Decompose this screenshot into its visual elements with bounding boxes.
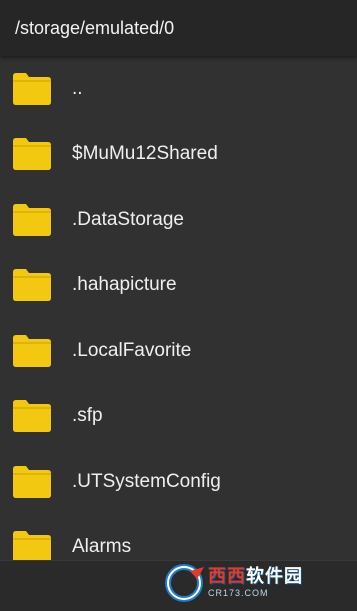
watermark-text: 西西软件园 CR173.COM (208, 568, 303, 598)
watermark-main-text: 软件园 (246, 566, 303, 587)
list-item-label: Alarms (72, 536, 132, 558)
list-item-label: .DataStorage (72, 208, 184, 230)
file-browser-screen: /storage/emulated/0 .. $MuMu12Shared .Da… (0, 0, 357, 611)
watermark-accent-text: 西西 (208, 566, 246, 587)
folder-icon (12, 72, 52, 106)
folder-icon (12, 268, 52, 302)
current-path: /storage/emulated/0 (15, 17, 175, 38)
list-item-mumu12shared[interactable]: $MuMu12Shared (0, 122, 357, 188)
site-watermark: 西西软件园 CR173.COM (164, 563, 339, 603)
list-item-label: .. (72, 77, 83, 99)
list-item-label: .hahapicture (72, 274, 177, 296)
list-item-label: .sfp (72, 405, 103, 427)
list-item-datastorage[interactable]: .DataStorage (0, 187, 357, 253)
path-header: /storage/emulated/0 (0, 0, 357, 56)
list-item-sfp[interactable]: .sfp (0, 384, 357, 450)
watermark-sub-text: CR173.COM (208, 588, 269, 598)
folder-icon (12, 465, 52, 499)
list-item-parent-directory[interactable]: .. (0, 56, 357, 122)
folder-icon (12, 137, 52, 171)
list-item-utsystemconfig[interactable]: .UTSystemConfig (0, 449, 357, 515)
folder-icon (12, 203, 52, 237)
list-item-localfavorite[interactable]: .LocalFavorite (0, 318, 357, 384)
list-item-label: .UTSystemConfig (72, 470, 221, 492)
list-item-hahapicture[interactable]: .hahapicture (0, 253, 357, 319)
file-list: .. $MuMu12Shared .DataStorage .hahapictu… (0, 56, 357, 560)
folder-icon (12, 334, 52, 368)
list-item-alarms[interactable]: Alarms (0, 515, 357, 560)
folder-icon (12, 399, 52, 433)
list-item-label: .LocalFavorite (72, 339, 192, 361)
folder-icon (12, 530, 52, 560)
watermark-logo-icon (164, 563, 206, 603)
list-item-label: $MuMu12Shared (72, 143, 218, 165)
